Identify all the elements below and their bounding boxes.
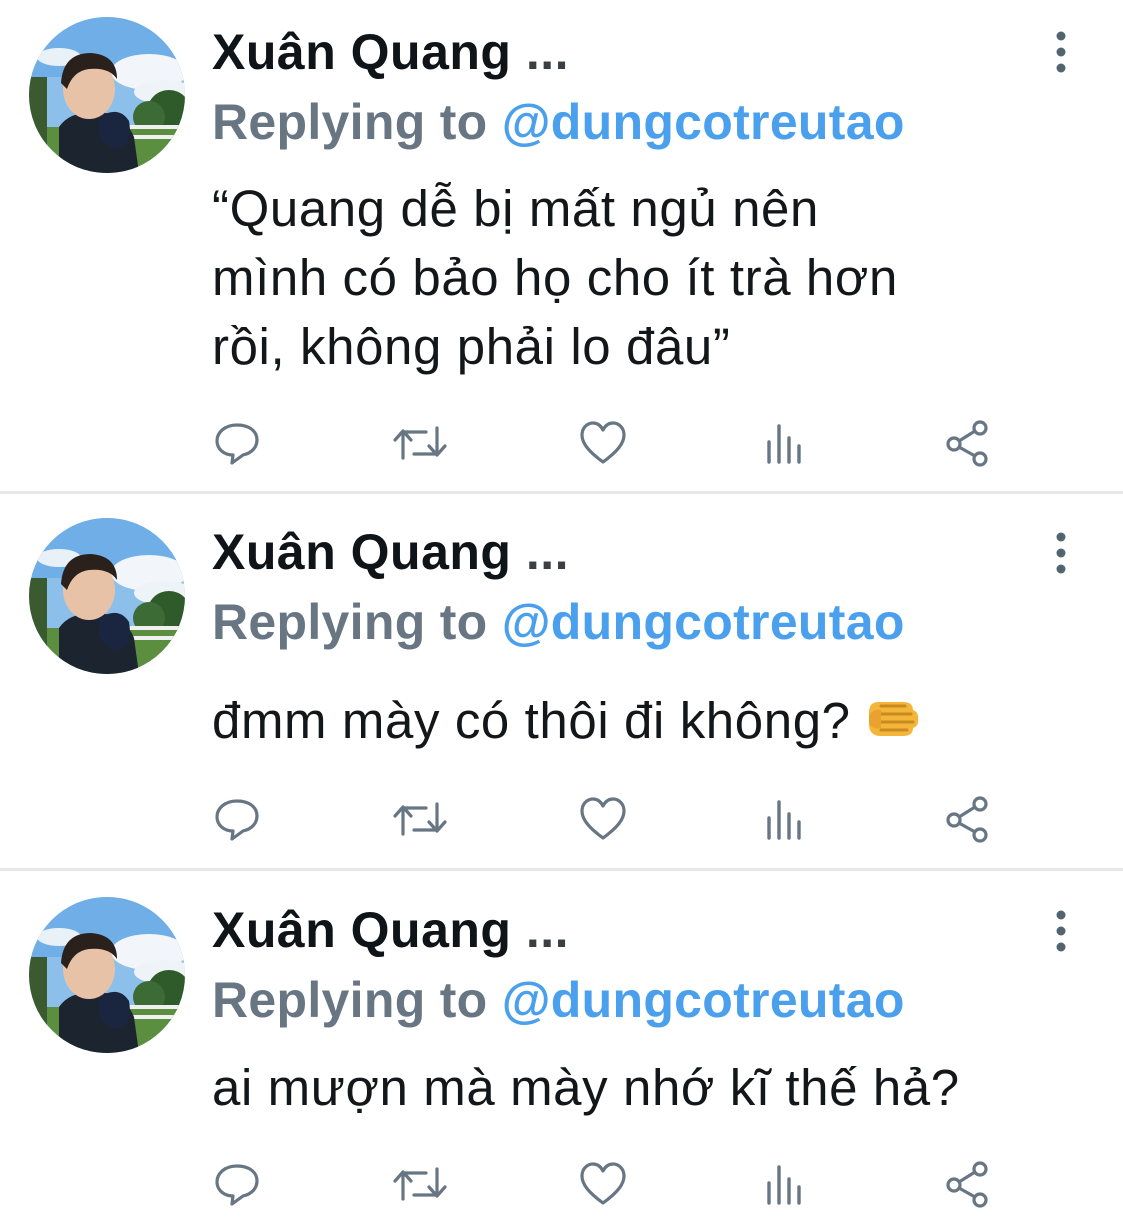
more-options-icon[interactable]	[1050, 30, 1072, 74]
retweet-icon[interactable]	[392, 418, 447, 468]
reply-icon[interactable]	[212, 1159, 262, 1209]
display-name[interactable]: Xuân Quang ...	[212, 900, 569, 960]
analytics-icon[interactable]	[762, 794, 812, 844]
share-icon[interactable]	[943, 418, 993, 468]
share-icon[interactable]	[943, 794, 993, 844]
tweet-text: đmm mày có thôi đi không?	[212, 686, 1092, 761]
display-name[interactable]: Xuân Quang ...	[212, 22, 569, 82]
tweet[interactable]: Xuân Quang ... Replying to @dungcotreuta…	[0, 494, 1123, 868]
analytics-icon[interactable]	[762, 418, 812, 468]
reply-icon[interactable]	[212, 794, 262, 844]
share-icon[interactable]	[943, 1159, 993, 1209]
replying-to: Replying to @dungcotreutao	[212, 970, 905, 1030]
tweet-actions	[0, 794, 1123, 844]
avatar[interactable]	[29, 17, 185, 173]
tweet-text: “Quang dễ bị mất ngủ nên mình có bảo họ …	[212, 180, 898, 375]
avatar[interactable]	[29, 518, 185, 674]
like-icon[interactable]	[578, 1159, 628, 1209]
name-ellipsis: ...	[525, 24, 570, 80]
replying-label: Replying to	[212, 972, 488, 1028]
tweet-text: ai mượn mà mày nhớ kĩ thế hả?	[212, 1059, 960, 1116]
tweet-actions	[0, 418, 1123, 468]
replying-label: Replying to	[212, 94, 488, 150]
name-ellipsis: ...	[525, 902, 570, 958]
replying-to: Replying to @dungcotreutao	[212, 92, 905, 152]
more-options-icon[interactable]	[1050, 909, 1072, 953]
retweet-icon[interactable]	[392, 1159, 447, 1209]
display-name[interactable]: Xuân Quang ...	[212, 522, 569, 582]
fist-pointing-icon	[863, 692, 921, 761]
analytics-icon[interactable]	[762, 1159, 812, 1209]
tweet-actions	[0, 1159, 1123, 1209]
like-icon[interactable]	[578, 794, 628, 844]
reply-handle-link[interactable]: @dungcotreutao	[502, 94, 905, 150]
tweet[interactable]: Xuân Quang ... Replying to @dungcotreuta…	[0, 0, 1123, 492]
replying-label: Replying to	[212, 594, 488, 650]
reply-handle-link[interactable]: @dungcotreutao	[502, 594, 905, 650]
more-options-icon[interactable]	[1050, 531, 1072, 575]
replying-to: Replying to @dungcotreutao	[212, 592, 905, 652]
name-ellipsis: ...	[525, 524, 570, 580]
reply-icon[interactable]	[212, 418, 262, 468]
avatar[interactable]	[29, 897, 185, 1053]
tweet[interactable]: Xuân Quang ... Replying to @dungcotreuta…	[0, 871, 1123, 1231]
reply-handle-link[interactable]: @dungcotreutao	[502, 972, 905, 1028]
like-icon[interactable]	[578, 418, 628, 468]
retweet-icon[interactable]	[392, 794, 447, 844]
